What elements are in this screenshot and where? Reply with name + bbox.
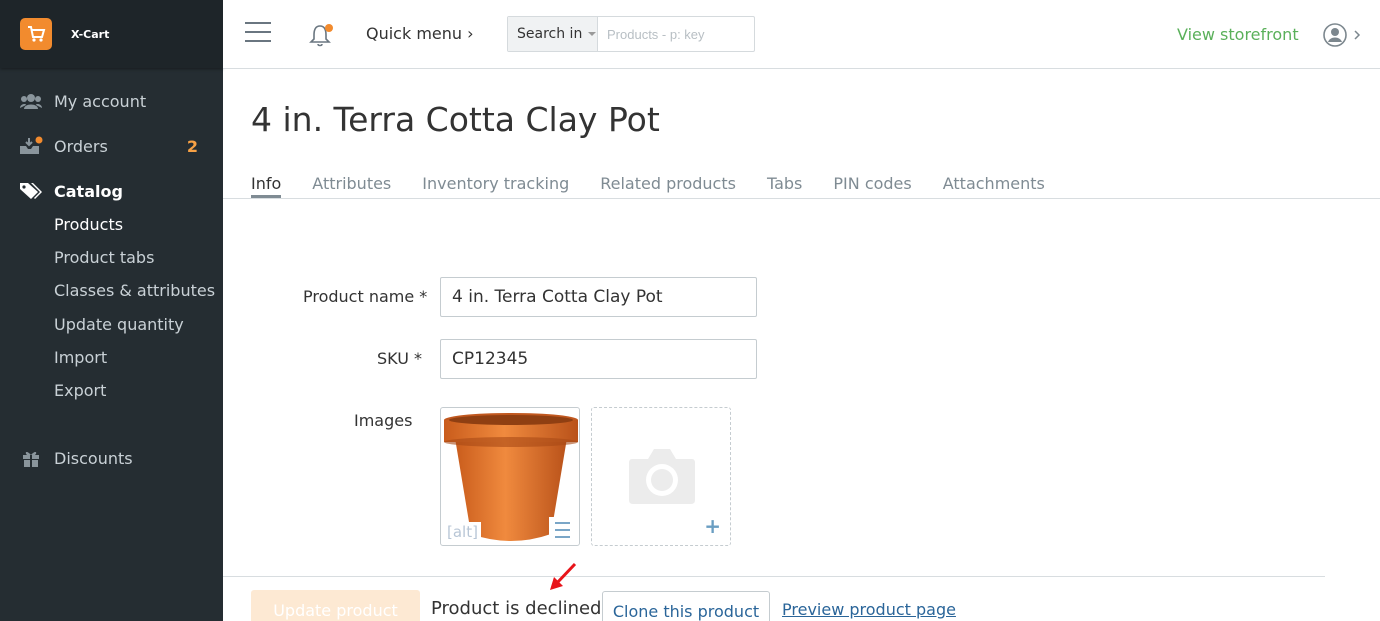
sidebar-item-label: Catalog	[54, 181, 123, 201]
tabs-divider	[223, 198, 1380, 199]
update-product-button[interactable]: Update product	[251, 590, 420, 621]
user-icon[interactable]	[1323, 22, 1361, 52]
tab-tabs[interactable]: Tabs	[767, 174, 802, 198]
tab-attachments[interactable]: Attachments	[943, 174, 1045, 198]
images-label: Images	[354, 411, 413, 430]
clone-product-button[interactable]: Clone this product	[602, 591, 770, 621]
sidebar-subitem-product-tabs[interactable]: Product tabs	[54, 248, 154, 267]
camera-icon	[629, 449, 695, 504]
sidebar-subitem-export[interactable]: Export	[54, 381, 106, 400]
sidebar-item-label: Discounts	[54, 448, 133, 468]
tab-attributes[interactable]: Attributes	[312, 174, 391, 198]
users-icon	[19, 90, 43, 112]
sidebar-item-discounts[interactable]: Discounts	[0, 447, 223, 469]
sidebar-item-my-account[interactable]: My account	[0, 90, 223, 112]
product-name-field[interactable]: 4 in. Terra Cotta Clay Pot	[440, 277, 757, 317]
sidebar-header: X-Cart	[0, 0, 223, 68]
hamburger-icon[interactable]	[245, 22, 271, 44]
sidebar-item-label: Orders	[54, 136, 108, 156]
sidebar-subitem-update-quantity[interactable]: Update quantity	[54, 315, 184, 334]
preview-product-link[interactable]: Preview product page	[782, 600, 956, 619]
sidebar-item-label: My account	[54, 91, 147, 111]
sidebar-subitem-import[interactable]: Import	[54, 348, 107, 367]
add-image-dropzone[interactable]: +	[591, 407, 731, 546]
tags-icon	[19, 180, 43, 202]
top-header: Quick menu › Search in View storefront	[223, 0, 1380, 69]
brand-name: X-Cart	[71, 27, 110, 41]
plus-icon[interactable]: +	[704, 514, 721, 538]
gift-icon	[19, 447, 43, 469]
cart-logo-icon[interactable]	[20, 18, 52, 50]
bell-icon[interactable]	[309, 23, 335, 51]
tab-inventory-tracking[interactable]: Inventory tracking	[422, 174, 569, 198]
search-in-select[interactable]: Search in	[508, 17, 598, 51]
image-menu-icon[interactable]	[549, 517, 575, 541]
sidebar-item-catalog[interactable]: Catalog	[0, 180, 223, 202]
sidebar-subitem-classes-attributes[interactable]: Classes & attributes	[54, 281, 215, 300]
sidebar: X-Cart My account Orders 2 Catalog Produ…	[0, 0, 223, 621]
quick-menu[interactable]: Quick menu ›	[366, 24, 474, 43]
page-title: 4 in. Terra Cotta Clay Pot	[251, 100, 660, 139]
sku-field[interactable]: CP12345	[440, 339, 757, 379]
orders-icon	[19, 135, 43, 157]
sidebar-subitem-products[interactable]: Products	[54, 215, 123, 234]
sidebar-item-orders[interactable]: Orders 2	[0, 135, 223, 157]
status-text: Product is declined	[431, 598, 602, 619]
arrow-annotation-icon	[550, 562, 577, 590]
product-image-thumbnail[interactable]: [alt]	[440, 407, 580, 546]
tab-pin-codes[interactable]: PIN codes	[833, 174, 911, 198]
alt-text-tag[interactable]: [alt]	[444, 522, 481, 542]
tab-info[interactable]: Info	[251, 174, 282, 198]
product-name-label: Product name *	[303, 287, 428, 306]
search-bar: Search in	[507, 16, 755, 52]
tab-related-products[interactable]: Related products	[600, 174, 736, 198]
search-input[interactable]	[598, 17, 754, 51]
footer-divider	[223, 576, 1325, 577]
sku-label: SKU *	[377, 349, 423, 368]
product-tabs: Info Attributes Inventory tracking Relat…	[251, 174, 1076, 198]
caret-down-icon	[588, 32, 597, 36]
view-storefront-link[interactable]: View storefront	[1177, 25, 1299, 44]
search-in-label: Search in	[517, 26, 583, 42]
orders-count-badge: 2	[186, 136, 198, 156]
